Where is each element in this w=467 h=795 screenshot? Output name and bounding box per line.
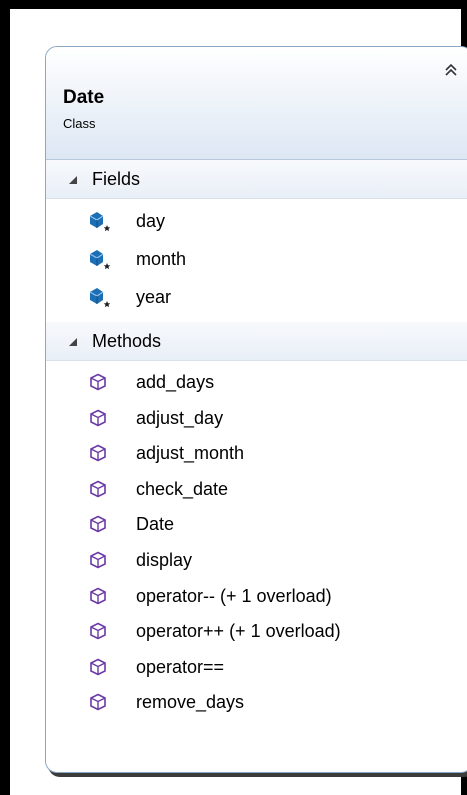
method-name: operator++ (+ 1 overload) [136, 621, 341, 642]
field-name: month [136, 249, 187, 269]
collapse-triangle-icon[interactable] [69, 176, 77, 184]
method-item[interactable]: check_date [46, 472, 467, 508]
method-item[interactable]: operator-- (+ 1 overload) [46, 579, 467, 615]
method-name: adjust_day [136, 407, 224, 428]
class-kind: Class [63, 116, 96, 131]
window-frame: Date Class Fields day month year Methods… [0, 0, 467, 795]
method-name: operator-- (+ 1 overload) [136, 585, 332, 606]
methods-list: add_days adjust_day adjust_month check_d… [46, 361, 467, 721]
fields-section-label: Fields [92, 169, 141, 189]
method-icon [89, 480, 107, 498]
method-name: remove_days [136, 692, 245, 713]
fields-list: day month year [46, 199, 467, 322]
field-item[interactable]: month [46, 242, 467, 280]
method-icon [89, 444, 107, 462]
field-icon [86, 247, 114, 273]
method-name: display [136, 549, 193, 570]
field-name: year [136, 287, 172, 307]
method-icon [89, 373, 107, 391]
collapse-triangle-icon[interactable] [69, 338, 77, 346]
class-diagram-shape[interactable]: Date Class Fields day month year Methods… [45, 46, 467, 773]
method-item[interactable]: operator++ (+ 1 overload) [46, 614, 467, 650]
class-name: Date [63, 87, 105, 108]
class-header[interactable]: Date Class [46, 47, 467, 160]
method-icon [89, 658, 107, 676]
fields-section-header[interactable]: Fields [46, 160, 467, 199]
method-name: add_days [136, 372, 215, 392]
method-item[interactable]: adjust_day [46, 401, 467, 437]
method-name: check_date [136, 478, 229, 499]
method-item[interactable]: remove_days [46, 685, 467, 721]
method-icon [89, 693, 107, 711]
methods-section-header[interactable]: Methods [46, 322, 467, 361]
method-item[interactable]: operator== [46, 650, 467, 686]
field-item[interactable]: year [46, 280, 467, 318]
method-name: operator== [136, 656, 225, 677]
method-name: adjust_month [136, 443, 245, 464]
method-item[interactable]: display [46, 543, 467, 579]
field-name: day [136, 211, 166, 231]
field-icon [86, 209, 114, 235]
double-chevron-up-icon[interactable] [442, 61, 460, 79]
method-icon [89, 515, 107, 533]
field-item[interactable]: day [46, 204, 467, 242]
field-icon [86, 285, 114, 311]
method-name: Date [136, 514, 175, 535]
method-icon [89, 551, 107, 569]
method-item[interactable]: Date [46, 507, 467, 543]
method-icon [89, 409, 107, 427]
method-icon [89, 622, 107, 640]
method-icon [89, 587, 107, 605]
method-item[interactable]: add_days [46, 365, 467, 401]
method-item[interactable]: adjust_month [46, 436, 467, 472]
methods-section-label: Methods [92, 331, 162, 351]
